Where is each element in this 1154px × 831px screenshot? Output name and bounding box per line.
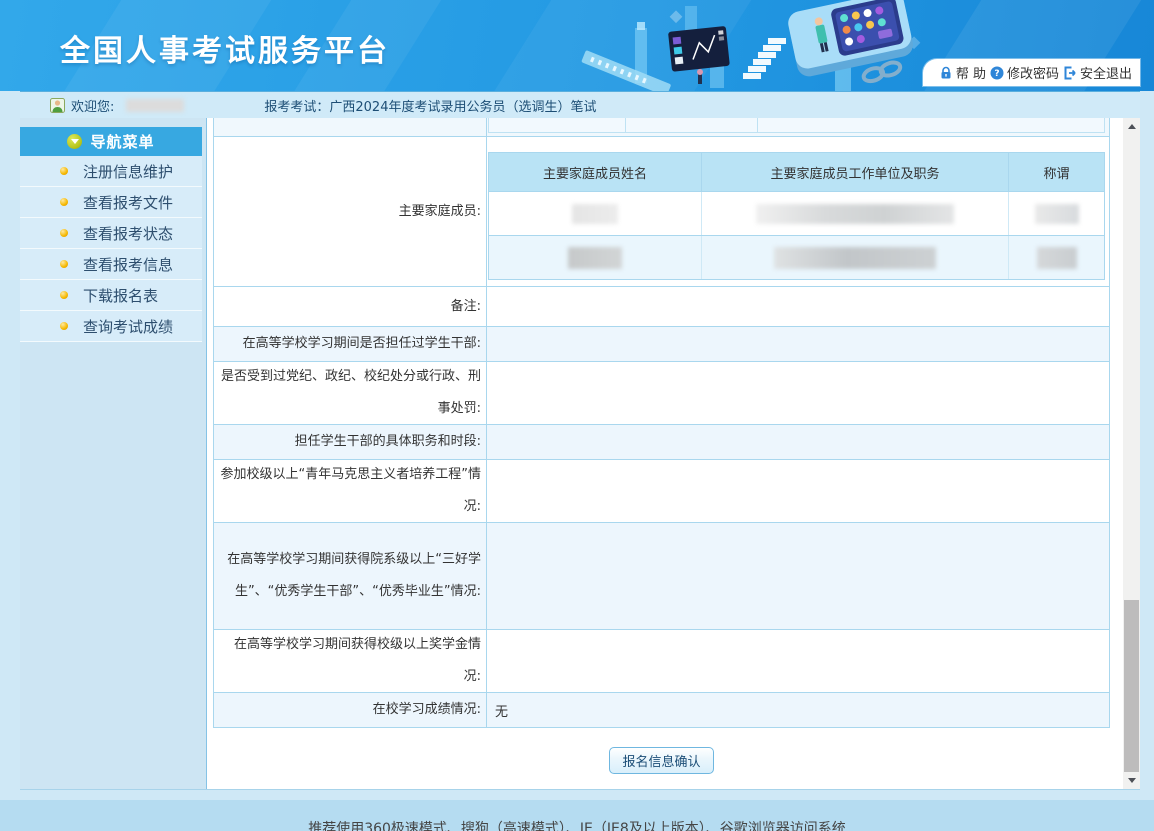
logout-label: 安全退出 <box>1080 63 1132 82</box>
bullet-icon <box>60 229 68 237</box>
page-footer: 推荐使用360极速模式、搜狗（高速模式）、IE（IE8及以上版本）、谷歌浏览器访… <box>0 800 1154 831</box>
bullet-icon <box>60 322 68 330</box>
triangle-down-icon <box>1128 778 1136 783</box>
bullet-icon <box>60 198 68 206</box>
bullet-icon <box>60 167 68 175</box>
lock-icon <box>939 66 953 80</box>
sidebar-item-exam-info[interactable]: 查看报考信息 <box>20 249 202 280</box>
redacted-relation <box>1037 247 1077 269</box>
scroll-down-button[interactable] <box>1123 772 1140 789</box>
change-password-label: 修改密码 <box>1007 63 1059 82</box>
row-value <box>487 523 1109 629</box>
scroll-up-button[interactable] <box>1123 118 1140 135</box>
col-header-relation: 称谓 <box>1009 153 1104 191</box>
partial-inner-table <box>488 118 1105 133</box>
family-members-table: 主要家庭成员姓名 主要家庭成员工作单位及职务 称谓 <box>488 152 1105 280</box>
header-illustration <box>580 0 940 91</box>
app-header: 全国人事考试服务平台 <box>0 0 1154 91</box>
table-row-marxism-program: 参加校级以上“青年马克思主义者培养工程”情况: <box>214 460 1109 523</box>
table-row-scholarship: 在高等学校学习期间获得校级以上奖学金情况: <box>214 630 1109 693</box>
sidebar-item-exam-files[interactable]: 查看报考文件 <box>20 187 202 218</box>
nav-menu-header[interactable]: 导航菜单 <box>20 127 202 156</box>
user-avatar-icon <box>50 98 65 113</box>
row-label: 在校学习成绩情况: <box>214 693 487 727</box>
family-table-row <box>489 235 1104 279</box>
table-row-academic-record: 在校学习成绩情况: 无 <box>214 693 1109 727</box>
registration-info-table: 主要家庭成员: 主要家庭成员姓名 主要家庭成员工作单位及职务 称谓 <box>213 118 1110 728</box>
bullet-icon <box>60 291 68 299</box>
chevron-down-icon <box>67 134 82 149</box>
logout-icon <box>1063 66 1077 80</box>
welcome-greeting: 欢迎您: <box>71 96 114 115</box>
row-label: 主要家庭成员: <box>214 137 487 286</box>
table-row-honors: 在高等学校学习期间获得院系级以上“三好学生”、“优秀学生干部”、“优秀毕业生”情… <box>214 523 1109 630</box>
question-icon: ? <box>990 66 1004 80</box>
content-shell: 欢迎您: 报考考试：广西2024年度考试录用公务员（选调生）笔试 导航菜单 注册… <box>20 91 1140 790</box>
sidebar-item-label: 查看报考状态 <box>83 223 173 244</box>
help-label: 帮 助 <box>956 63 986 82</box>
row-value <box>487 425 1109 459</box>
utility-links: 帮 助 ? 修改密码 安全退出 <box>923 59 1140 86</box>
row-value: 无 <box>487 693 1109 727</box>
triangle-up-icon <box>1128 124 1136 129</box>
redacted-name <box>572 204 618 224</box>
change-password-link[interactable]: ? 修改密码 <box>990 63 1059 82</box>
vertical-scrollbar[interactable] <box>1123 118 1140 789</box>
row-label: 是否受到过党纪、政纪、校纪处分或行政、刑事处罚: <box>214 362 487 424</box>
family-table-row <box>489 191 1104 235</box>
svg-text:?: ? <box>994 69 999 79</box>
page-title: 全国人事考试服务平台 <box>60 26 390 70</box>
button-row: 报名信息确认 <box>213 728 1110 774</box>
scrollbar-thumb[interactable] <box>1124 600 1139 772</box>
sidebar-item-register-info[interactable]: 注册信息维护 <box>20 156 202 187</box>
row-value <box>487 287 1109 326</box>
sidebar-item-exam-status[interactable]: 查看报考状态 <box>20 218 202 249</box>
table-row-partial <box>214 118 1109 137</box>
sidebar-item-label: 下载报名表 <box>83 285 158 306</box>
row-label: 备注: <box>214 287 487 326</box>
bullet-icon <box>60 260 68 268</box>
main-content: 主要家庭成员: 主要家庭成员姓名 主要家庭成员工作单位及职务 称谓 <box>207 118 1123 789</box>
welcome-bar: 欢迎您: 报考考试：广西2024年度考试录用公务员（选调生）笔试 <box>20 91 1140 118</box>
table-row-discipline-punishment: 是否受到过党纪、政纪、校纪处分或行政、刑事处罚: <box>214 362 1109 425</box>
row-label: 在高等学校学习期间是否担任过学生干部: <box>214 327 487 361</box>
help-link[interactable]: 帮 助 <box>939 63 986 82</box>
row-value <box>487 327 1109 361</box>
exam-title: 报考考试：广西2024年度考试录用公务员（选调生）笔试 <box>264 96 596 115</box>
row-label: 参加校级以上“青年马克思主义者培养工程”情况: <box>214 460 487 522</box>
redacted-username <box>126 99 184 112</box>
logout-link[interactable]: 安全退出 <box>1063 63 1132 82</box>
row-value <box>487 362 1109 424</box>
redacted-workunit <box>756 204 954 224</box>
row-label: 担任学生干部的具体职务和时段: <box>214 425 487 459</box>
nav-menu-title: 导航菜单 <box>90 131 154 152</box>
table-row-family-members: 主要家庭成员: 主要家庭成员姓名 主要家庭成员工作单位及职务 称谓 <box>214 137 1109 287</box>
row-value <box>487 630 1109 692</box>
row-label: 在高等学校学习期间获得校级以上奖学金情况: <box>214 630 487 692</box>
family-table-header: 主要家庭成员姓名 主要家庭成员工作单位及职务 称谓 <box>489 153 1104 191</box>
col-header-name: 主要家庭成员姓名 <box>489 153 702 191</box>
table-row-cadre-position-period: 担任学生干部的具体职务和时段: <box>214 425 1109 460</box>
row-label: 在高等学校学习期间获得院系级以上“三好学生”、“优秀学生干部”、“优秀毕业生”情… <box>214 523 487 629</box>
col-header-workunit: 主要家庭成员工作单位及职务 <box>702 153 1009 191</box>
sidebar-item-label: 注册信息维护 <box>83 161 173 182</box>
row-value <box>487 460 1109 522</box>
sidebar-item-download-form[interactable]: 下载报名表 <box>20 280 202 311</box>
redacted-name <box>568 247 622 269</box>
redacted-workunit <box>774 247 936 269</box>
table-row-student-cadre: 在高等学校学习期间是否担任过学生干部: <box>214 327 1109 362</box>
sidebar-item-label: 查看报考信息 <box>83 254 173 275</box>
table-row-remarks: 备注: <box>214 287 1109 327</box>
sidebar-item-label: 查看报考文件 <box>83 192 173 213</box>
sidebar-item-label: 查询考试成绩 <box>83 316 173 337</box>
redacted-relation <box>1035 204 1079 224</box>
sidebar: 导航菜单 注册信息维护 查看报考文件 查看报考状态 查看报考信息 下载报名表 <box>20 118 207 789</box>
browser-recommendation: 推荐使用360极速模式、搜狗（高速模式）、IE（IE8及以上版本）、谷歌浏览器访… <box>0 818 1154 831</box>
sidebar-item-exam-scores[interactable]: 查询考试成绩 <box>20 311 202 342</box>
confirm-registration-button[interactable]: 报名信息确认 <box>609 747 713 774</box>
